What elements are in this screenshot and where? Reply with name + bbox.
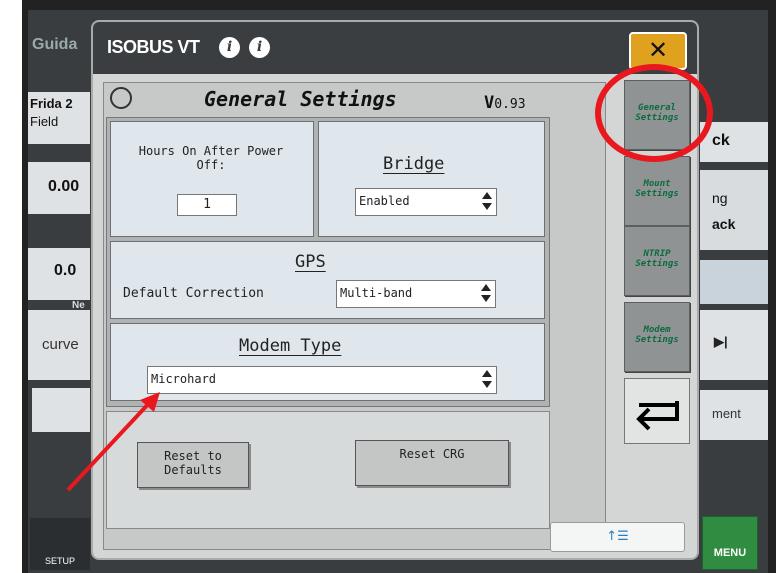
vt-header: General Settings V0.93 [104,83,605,115]
background-right-ck: ck [712,132,730,149]
info-icon-secondary[interactable]: i [249,37,270,58]
vt-content-area: General Settings V0.93 Hours On After Po… [103,82,606,550]
dialog-titlebar: ISOBUS VT i i ✕ [93,22,697,74]
modem-type-select[interactable]: Microhard [147,366,497,394]
modem-type-label: Modem Type [239,336,342,356]
reset-crg-button[interactable]: Reset CRG [355,440,509,486]
menu-button[interactable]: MENU [702,516,758,570]
softkey-modem-settings[interactable]: Modem Settings [624,302,690,372]
softkey-ntrip-settings[interactable]: NTRIP Settings [624,226,690,296]
background-value-1: 0.00 [48,178,80,195]
back-button[interactable] [624,378,690,444]
background-right-ack: ack [712,216,736,232]
version-v: V [484,93,495,113]
bridge-panel: Bridge Enabled [318,121,545,237]
background-play-icon[interactable]: ▶| [714,334,728,350]
return-arrow-icon [636,401,679,431]
background-right-panel-2 [700,170,768,250]
background-right-panel-3 [700,260,768,304]
background-value-2: 0.0 [54,262,77,279]
background-title: Guida [32,36,78,53]
select-arrows-icon [481,370,494,388]
annotation-red-circle [595,64,713,162]
version-label: V0.93 [484,93,526,113]
settings-gear-icon [110,87,132,109]
select-arrows-icon [481,192,494,210]
setup-label: SETUP [44,556,75,566]
setup-button[interactable]: SETUP [30,518,90,570]
annotation-red-arrow [66,392,160,492]
softkey-mount-settings[interactable]: Mount Settings [624,156,690,226]
bridge-select-value: Enabled [359,194,410,208]
page-title: General Settings [204,87,397,111]
hours-label: Hours On After Power Off: [138,144,284,172]
background-right-panel-4 [700,310,768,380]
hours-panel: Hours On After Power Off: 1 [110,121,314,237]
background-curve: curve [42,336,79,353]
background-frida: Frida 2 [30,96,73,111]
gps-panel: GPS Default Correction Multi-band [110,241,545,319]
reset-panel: Reset to Defaults Reset CRG [106,411,550,529]
background-right-panel-1 [700,122,768,162]
bridge-select[interactable]: Enabled [355,188,497,216]
select-arrows-icon [480,284,493,302]
background-right-ng: ng [712,190,728,206]
version-number: 0.93 [494,97,526,112]
list-sort-button[interactable]: ↑☰ [550,522,685,552]
default-correction-label: Default Correction [123,286,264,301]
dialog-title: ISOBUS VT [107,37,200,57]
default-correction-value: Multi-band [340,286,413,300]
settings-panels: Hours On After Power Off: 1 Bridge Enabl… [106,117,550,407]
bridge-label: Bridge [383,154,445,174]
default-correction-select[interactable]: Multi-band [336,280,496,308]
modem-panel: Modem Type Microhard [110,323,545,401]
background-right-ment: ment [712,406,741,421]
info-icon[interactable]: i [219,37,240,58]
background-field: Field [30,114,59,129]
modem-type-value: Microhard [151,372,217,386]
menu-label: MENU [713,547,747,559]
gps-label: GPS [295,252,326,272]
hours-input[interactable]: 1 [177,194,237,216]
